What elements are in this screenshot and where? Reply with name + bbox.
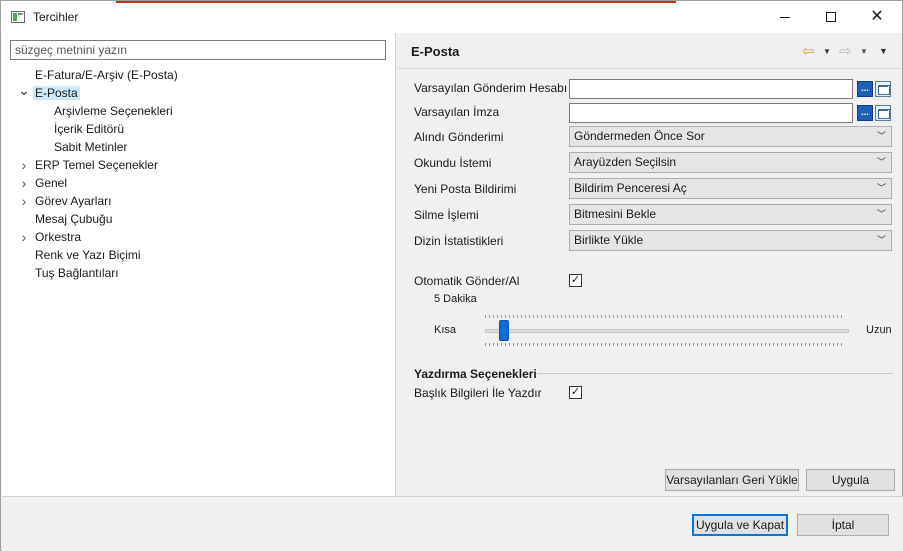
tree-item-label: Genel xyxy=(35,176,68,190)
maximize-icon xyxy=(826,12,836,22)
chevron-down-icon: ﹀ xyxy=(876,235,886,245)
tree-item-label: E-Posta xyxy=(33,86,80,100)
read-request-select-value: Arayüzden Seçilsin xyxy=(574,155,677,169)
auto-send-receive-checkbox[interactable]: ✓ xyxy=(569,274,582,287)
preferences-tree-pane: E-Fatura/E-Arşiv (E-Posta) ⌄E-Posta Arşivl… xyxy=(2,33,396,496)
new-mail-notification-label: Yeni Posta Bildirimi xyxy=(414,182,517,196)
read-request-select[interactable]: Arayüzden Seçilsin ﹀ xyxy=(569,152,892,173)
directory-stats-label: Dizin İstatistikleri xyxy=(414,234,504,248)
default-account-browse-button[interactable]: ... xyxy=(857,81,873,97)
page-title: E-Posta xyxy=(411,44,460,59)
tree-item[interactable]: Tuş Bağlantıları xyxy=(33,264,121,282)
print-header-label: Başlık Bilgileri İle Yazdır xyxy=(414,386,542,400)
slider-min-label: Kısa xyxy=(434,324,457,336)
default-account-label: Varsayılan Gönderim Hesabı xyxy=(414,81,568,95)
delete-operation-select[interactable]: Bitmesini Bekle ﹀ xyxy=(569,204,892,225)
auto-send-interval-slider-track[interactable] xyxy=(485,329,849,333)
directory-stats-select[interactable]: Birlikte Yükle ﹀ xyxy=(569,230,892,251)
chevron-down-icon: ﹀ xyxy=(876,157,886,167)
tree-item-label: Görev Ayarları xyxy=(35,194,112,208)
default-signature-browse-button[interactable]: ... xyxy=(857,105,873,121)
delete-operation-select-value: Bitmesini Bekle xyxy=(574,207,657,221)
title-bar: Tercihler ✕ xyxy=(1,1,902,33)
filter-input[interactable] xyxy=(10,40,386,60)
default-account-field[interactable] xyxy=(569,79,853,99)
default-account-list-icon[interactable] xyxy=(875,81,891,97)
forward-history-dropdown-icon[interactable]: ▼ xyxy=(860,43,868,59)
tree-item[interactable]: Sabit Metinler xyxy=(52,138,129,156)
read-request-label: Okundu İstemi xyxy=(414,156,492,170)
tree-item-label: ERP Temel Seçenekler xyxy=(35,158,158,172)
chevron-down-icon: ﹀ xyxy=(876,131,886,141)
tree-item[interactable]: Orkestra xyxy=(33,228,83,246)
tree-item-label: Tuş Bağlantıları xyxy=(35,266,119,280)
receipt-select-value: Göndermeden Önce Sor xyxy=(574,129,705,143)
tree-item[interactable]: E-Posta xyxy=(33,84,80,102)
chevron-down-icon[interactable]: ⌄ xyxy=(18,83,30,102)
window-app-icon xyxy=(11,11,25,23)
tree-item-label: Sabit Metinler xyxy=(54,140,128,154)
chevron-down-icon: ﹀ xyxy=(876,183,886,193)
tree-item-label: İçerik Editörü xyxy=(54,122,125,136)
print-header-checkbox[interactable]: ✓ xyxy=(569,386,582,399)
tree-item[interactable]: Görev Ayarları xyxy=(33,192,113,210)
back-history-dropdown-icon[interactable]: ▼ xyxy=(823,43,831,59)
restore-defaults-button[interactable]: Varsayılanları Geri Yükle xyxy=(665,469,799,491)
cancel-button[interactable]: İptal xyxy=(797,514,889,536)
preference-page: E-Posta ⇦ ▼ ⇨ ▼ ▼ Varsayılan Gönderim He… xyxy=(397,33,902,496)
auto-send-interval-text: 5 Dakika xyxy=(434,293,477,305)
print-options-section-title: Yazdırma Seçenekleri xyxy=(414,367,537,381)
tree-item[interactable]: ERP Temel Seçenekler xyxy=(33,156,160,174)
tree-item-label: Arşivleme Seçenekleri xyxy=(54,104,173,118)
default-signature-list-icon[interactable] xyxy=(875,105,891,121)
tree-item[interactable]: İçerik Editörü xyxy=(52,120,126,138)
tree-item[interactable]: Arşivleme Seçenekleri xyxy=(52,102,175,120)
tree-item[interactable]: E-Fatura/E-Arşiv (E-Posta) xyxy=(33,66,180,84)
tree-item[interactable]: Genel xyxy=(33,174,69,192)
preferences-window: Tercihler ✕ E-Fatura/E-Arşiv (E-Posta)⌄E… xyxy=(0,0,903,551)
window-accent-line xyxy=(116,1,676,3)
section-divider xyxy=(537,373,893,374)
default-signature-field[interactable] xyxy=(569,103,853,123)
auto-send-interval-slider-thumb[interactable] xyxy=(499,320,510,341)
auto-send-receive-label: Otomatik Gönder/Al xyxy=(414,274,520,288)
minimize-icon xyxy=(780,16,790,18)
page-header: E-Posta ⇦ ▼ ⇨ ▼ ▼ xyxy=(397,33,902,69)
tree-item[interactable]: Renk ve Yazı Biçimi xyxy=(33,246,143,264)
chevron-right-icon[interactable]: › xyxy=(18,156,30,174)
chevron-down-icon: ﹀ xyxy=(876,209,886,219)
window-title: Tercihler xyxy=(33,10,79,24)
chevron-right-icon[interactable]: › xyxy=(18,174,30,192)
slider-ticks-bottom xyxy=(485,343,845,346)
tree-item-label: Mesaj Çubuğu xyxy=(35,212,113,226)
chevron-right-icon[interactable]: › xyxy=(18,228,30,246)
close-icon: ✕ xyxy=(870,8,884,25)
forward-arrow-icon[interactable]: ⇨ xyxy=(839,43,852,60)
tree-item[interactable]: Mesaj Çubuğu xyxy=(33,210,114,228)
minimize-button[interactable] xyxy=(762,1,808,33)
apply-and-close-button[interactable]: Uygula ve Kapat xyxy=(692,514,788,536)
delete-operation-label: Silme İşlemi xyxy=(414,208,479,222)
slider-ticks-top xyxy=(485,315,845,318)
tree-item-label: Renk ve Yazı Biçimi xyxy=(35,248,141,262)
new-mail-notification-select-value: Bildirim Penceresi Aç xyxy=(574,181,687,195)
directory-stats-select-value: Birlikte Yükle xyxy=(574,233,644,247)
tree-item-label: Orkestra xyxy=(35,230,82,244)
dialog-button-bar: Uygula ve Kapat İptal xyxy=(2,496,903,551)
view-menu-icon[interactable]: ▼ xyxy=(879,43,888,59)
new-mail-notification-select[interactable]: Bildirim Penceresi Aç ﹀ xyxy=(569,178,892,199)
receipt-select[interactable]: Göndermeden Önce Sor ﹀ xyxy=(569,126,892,147)
receipt-label: Alındı Gönderimi xyxy=(414,130,504,144)
apply-button[interactable]: Uygula xyxy=(806,469,895,491)
tree-item-label: E-Fatura/E-Arşiv (E-Posta) xyxy=(35,68,178,82)
maximize-button[interactable] xyxy=(808,1,854,33)
slider-max-label: Uzun xyxy=(866,324,892,336)
default-signature-label: Varsayılan İmza xyxy=(414,105,500,119)
close-button[interactable]: ✕ xyxy=(854,1,900,33)
back-arrow-icon[interactable]: ⇦ xyxy=(802,43,815,60)
chevron-right-icon[interactable]: › xyxy=(18,192,30,210)
